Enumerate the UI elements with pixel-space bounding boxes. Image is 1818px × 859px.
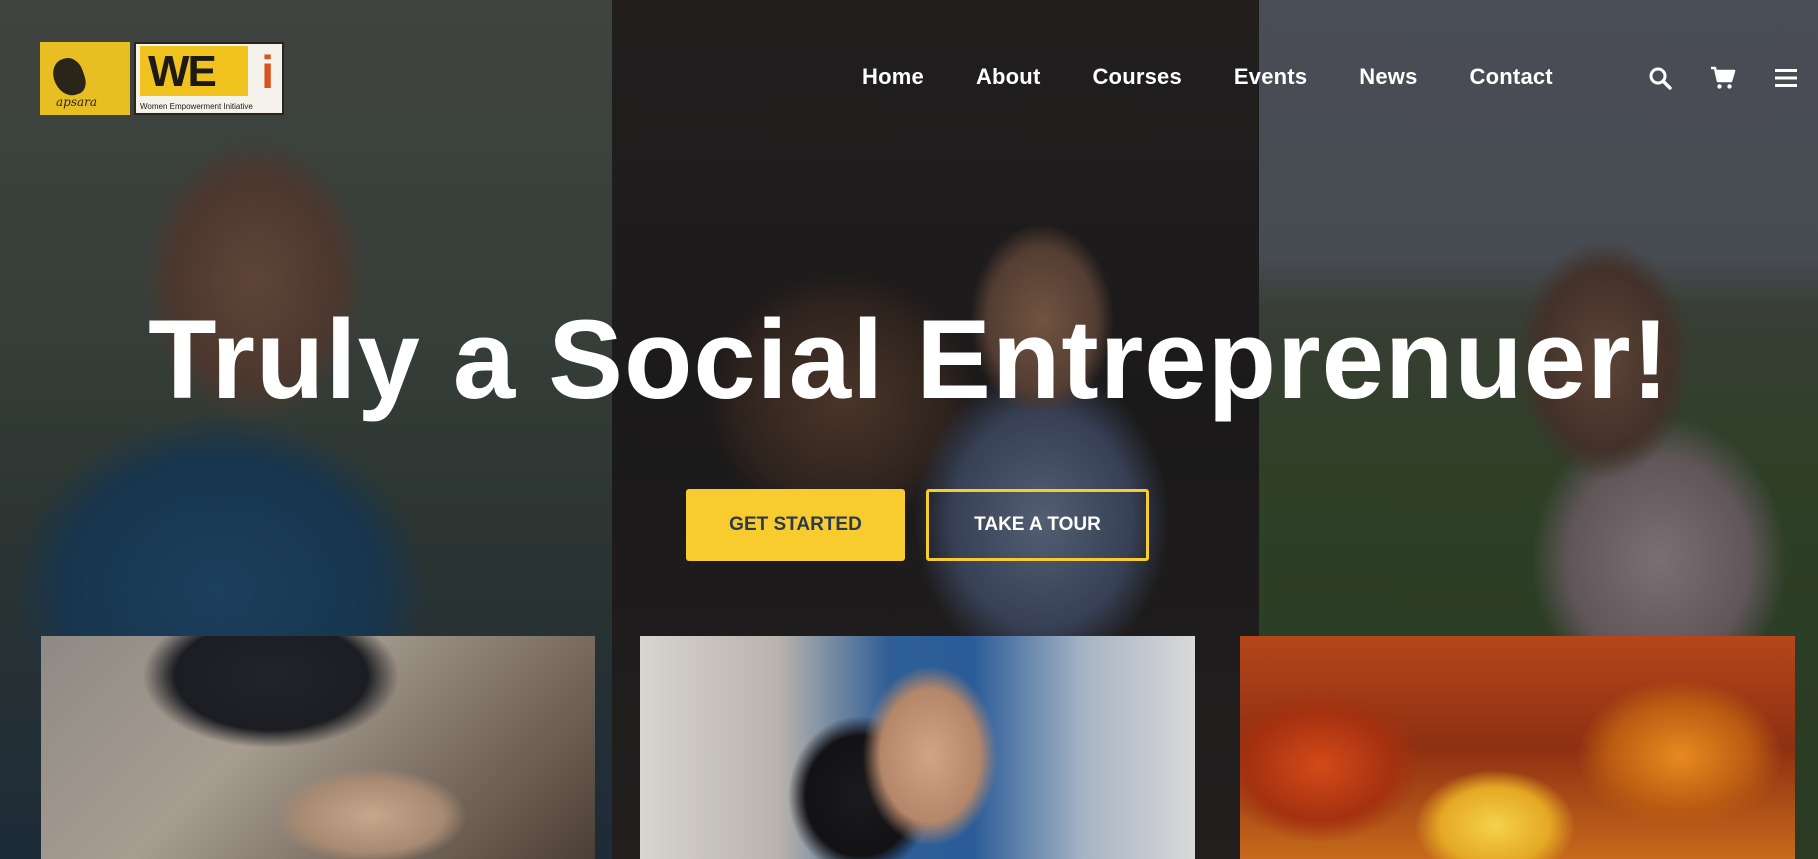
feature-card-speaker[interactable] xyxy=(640,636,1195,859)
nav-item-courses[interactable]: Courses xyxy=(1092,64,1181,90)
wei-logo-i: i xyxy=(261,46,274,98)
nav-item-events[interactable]: Events xyxy=(1234,64,1307,90)
nav-item-home[interactable]: Home xyxy=(862,64,924,90)
nav-item-contact[interactable]: Contact xyxy=(1470,64,1553,90)
menu-icon[interactable] xyxy=(1774,67,1798,89)
nav-item-about[interactable]: About xyxy=(976,64,1041,90)
wei-logo-we: WE xyxy=(140,46,248,96)
wei-logo-subtitle: Women Empowerment Initiative xyxy=(140,102,253,111)
get-started-button[interactable]: GET STARTED xyxy=(686,489,905,561)
cart-icon[interactable] xyxy=(1710,66,1736,90)
apsara-logo: apsara xyxy=(40,42,130,115)
search-icon[interactable] xyxy=(1648,66,1672,90)
feature-card-pottery[interactable] xyxy=(41,636,595,859)
site-logo[interactable]: apsara WE i Women Empowerment Initiative xyxy=(40,42,284,115)
main-nav: Home About Courses Events News Contact xyxy=(862,64,1605,90)
hero-headline: Truly a Social Entreprenuer! xyxy=(148,297,1670,422)
nav-item-news[interactable]: News xyxy=(1359,64,1417,90)
apsara-logo-text: apsara xyxy=(56,95,98,109)
take-a-tour-button[interactable]: TAKE A TOUR xyxy=(926,489,1149,561)
wei-logo: WE i Women Empowerment Initiative xyxy=(134,42,284,115)
header-icons xyxy=(1648,66,1798,90)
apsara-mark-icon xyxy=(48,54,90,100)
feature-card-baskets[interactable] xyxy=(1240,636,1795,859)
